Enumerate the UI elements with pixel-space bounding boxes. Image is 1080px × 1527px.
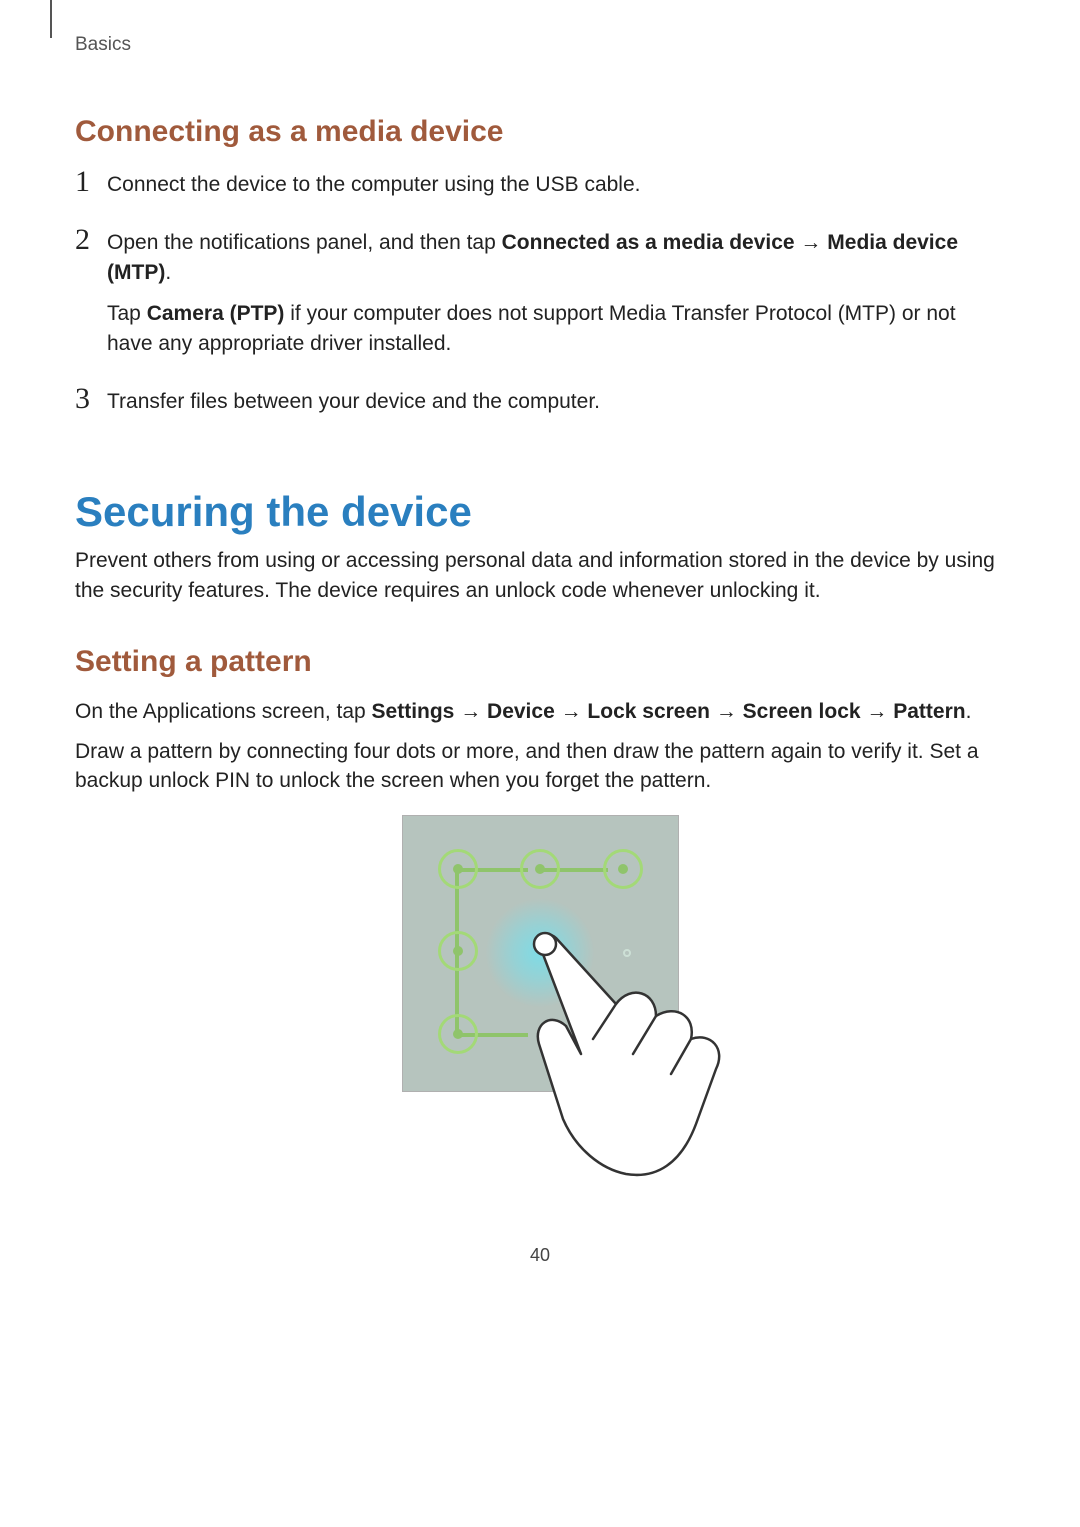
securing-intro: Prevent others from using or accessing p… — [75, 546, 1005, 605]
pattern-dot — [603, 849, 643, 889]
bold-text: Pattern — [893, 700, 965, 723]
header-rule — [50, 0, 52, 38]
hand-icon — [521, 924, 751, 1184]
bold-text: Screen lock — [743, 700, 861, 723]
step-text: Connect the device to the computer using… — [105, 167, 1005, 211]
bold-text: Lock screen — [587, 700, 710, 723]
arrow-icon: → — [555, 700, 588, 723]
arrow-icon: → — [861, 700, 894, 723]
text-fragment: . — [165, 261, 171, 284]
heading-connecting: Connecting as a media device — [75, 115, 1005, 149]
text-fragment: Tap — [107, 302, 147, 325]
pattern-lock-illustration — [402, 815, 679, 1092]
page-content: Connecting as a media device 1 Connect t… — [75, 115, 1005, 1266]
pattern-dot — [520, 849, 560, 889]
arrow-icon: → — [454, 700, 487, 723]
pattern-dot — [438, 1014, 478, 1054]
bold-text: Settings — [372, 700, 455, 723]
arrow-icon: → — [710, 700, 743, 723]
bold-text: Connected as a media device — [502, 231, 795, 254]
arrow-icon: → — [795, 231, 828, 254]
heading-securing: Securing the device — [75, 488, 1005, 536]
pattern-dot — [438, 849, 478, 889]
manual-page: Basics Connecting as a media device 1 Co… — [0, 0, 1080, 1306]
heading-pattern: Setting a pattern — [75, 645, 1005, 679]
step-3: 3 Transfer files between your device and… — [75, 384, 1005, 428]
section-label: Basics — [75, 34, 131, 56]
step-number: 2 — [75, 225, 105, 255]
pattern-dot — [438, 931, 478, 971]
step-1: 1 Connect the device to the computer usi… — [75, 167, 1005, 211]
pattern-path: On the Applications screen, tap Settings… — [75, 697, 1005, 726]
step2-line1: Open the notifications panel, and then t… — [107, 228, 1005, 287]
step2-note: Tap Camera (PTP) if your computer does n… — [107, 299, 1005, 358]
step-number: 1 — [75, 167, 105, 197]
bold-text: Device — [487, 700, 555, 723]
text-fragment: . — [966, 700, 972, 723]
text-fragment: On the Applications screen, tap — [75, 700, 372, 723]
bold-text: Camera (PTP) — [147, 302, 285, 325]
pattern-instructions: Draw a pattern by connecting four dots o… — [75, 737, 1005, 796]
step1-text: Connect the device to the computer using… — [107, 170, 1005, 199]
text-fragment: Open the notifications panel, and then t… — [107, 231, 502, 254]
page-number: 40 — [75, 1245, 1005, 1266]
step-text: Open the notifications panel, and then t… — [105, 225, 1005, 370]
step3-text: Transfer files between your device and t… — [107, 387, 1005, 416]
step-number: 3 — [75, 384, 105, 414]
step-text: Transfer files between your device and t… — [105, 384, 1005, 428]
step-2: 2 Open the notifications panel, and then… — [75, 225, 1005, 370]
pattern-figure — [395, 815, 685, 1185]
